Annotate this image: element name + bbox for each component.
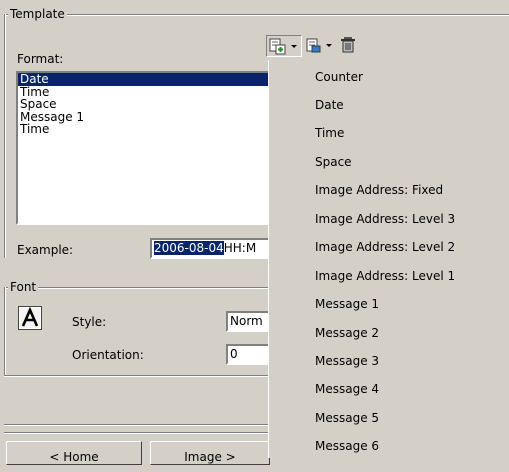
orientation-label: Orientation: [72,348,144,362]
menu-item-message-3[interactable]: Message 3 [315,354,379,368]
menu-item-image-address-fixed[interactable]: Image Address: Fixed [315,183,443,197]
menu-item-image-address-level-2[interactable]: Image Address: Level 2 [315,240,455,254]
add-field-menu: Counter Date Time Space Image Address: F… [268,60,509,458]
menu-item-date[interactable]: Date [315,98,344,112]
delete-field-button[interactable] [338,35,362,57]
font-a-icon [18,306,42,330]
menu-item-image-address-level-1[interactable]: Image Address: Level 1 [315,269,455,283]
example-label: Example: [17,243,74,257]
menu-item-message-4[interactable]: Message 4 [315,382,379,396]
format-list-item[interactable]: Message 1 [18,111,272,124]
menu-item-counter[interactable]: Counter [315,70,363,84]
format-label: Format: [17,52,64,66]
format-list[interactable]: Date Time Space Message 1 Time [16,71,274,225]
format-list-item[interactable]: Date [18,73,272,86]
example-field: 2006-08-04HH:M [150,238,270,259]
template-group-top-line [4,14,509,16]
example-rest-text: HH:M [223,241,257,255]
example-highlight-text: 2006-08-04 [154,241,224,255]
add-field-icon [269,38,297,55]
style-field[interactable]: Norm [226,311,270,332]
orientation-field[interactable]: 0 [226,344,270,365]
font-group-top-line [4,287,268,289]
image-button[interactable]: Image > [150,441,270,465]
menu-item-message-2[interactable]: Message 2 [315,326,379,340]
menu-item-image-address-level-3[interactable]: Image Address: Level 3 [315,212,455,226]
trash-icon [341,37,355,53]
template-group-left-line [4,14,6,258]
image-button-label: Image > [184,450,236,464]
edit-field-icon [306,38,332,53]
format-list-item[interactable]: Time [18,123,272,136]
font-group-left-line [4,287,6,375]
font-group-bottom-line [4,375,268,377]
menu-item-message-1[interactable]: Message 1 [315,297,379,311]
separator-line [4,432,268,434]
menu-item-space[interactable]: Space [315,155,352,169]
template-group-legend: Template [8,7,67,21]
edit-field-button[interactable] [304,35,338,57]
separator-line [4,424,268,426]
style-label: Style: [72,315,107,329]
format-list-item[interactable]: Space [18,98,272,111]
font-group-legend: Font [8,280,39,294]
add-field-button[interactable] [266,35,302,57]
home-button[interactable]: < Home [6,441,142,465]
menu-item-message-5[interactable]: Message 5 [315,411,379,425]
menu-item-time[interactable]: Time [315,126,344,140]
home-button-label: < Home [49,450,99,464]
menu-item-message-6[interactable]: Message 6 [315,439,379,453]
